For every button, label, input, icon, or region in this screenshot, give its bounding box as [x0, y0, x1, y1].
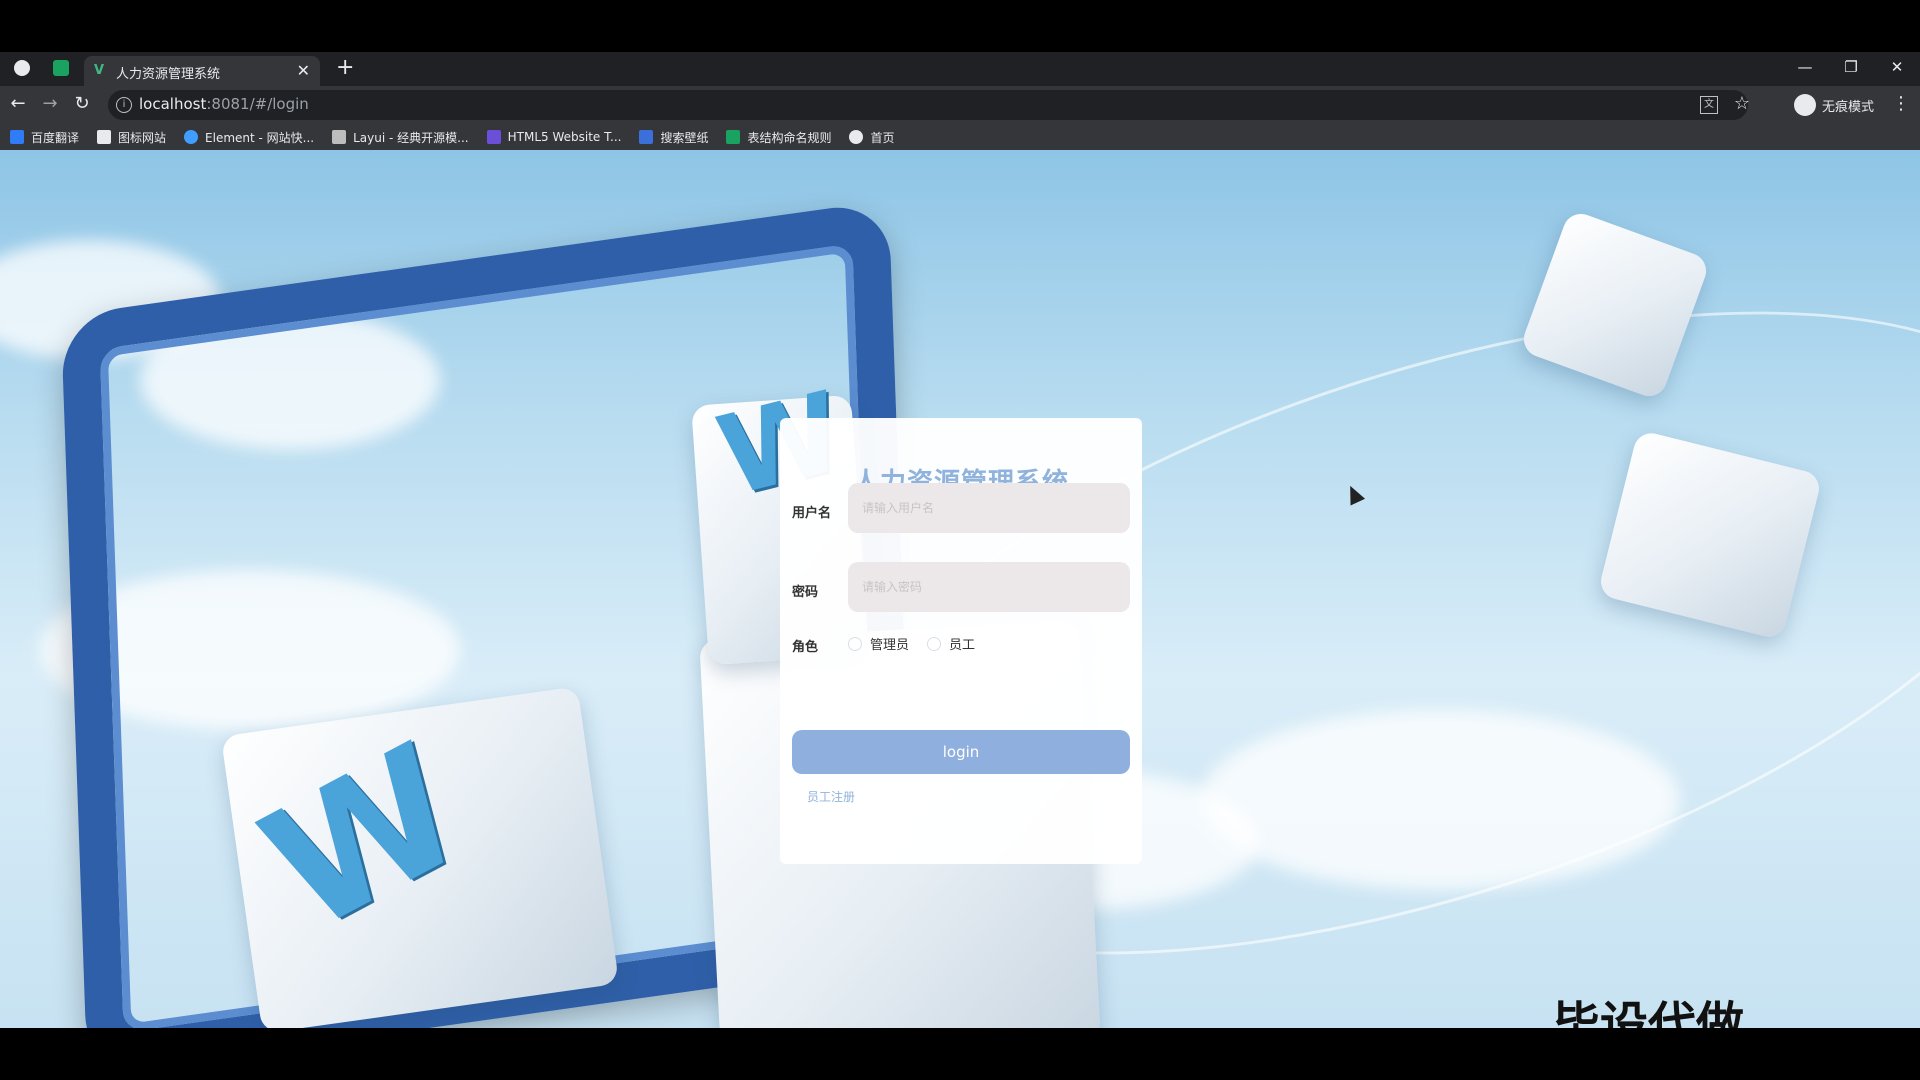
restore-button[interactable]: ❐ [1828, 52, 1874, 86]
radio-circle-icon[interactable] [848, 636, 862, 651]
bookmark-item[interactable]: 百度翻译 [10, 129, 79, 146]
flag-icon [97, 130, 112, 144]
close-window-button[interactable]: ✕ [1874, 52, 1920, 86]
address-bar[interactable]: i localhost:8081/#/login 文 ☆ [108, 90, 1750, 120]
back-arrow-icon[interactable]: ← [6, 92, 30, 116]
sheet-tab-icon[interactable] [53, 60, 69, 76]
bookmark-star-icon[interactable]: ☆ [1734, 93, 1750, 114]
role-option-label: 管理员 [870, 638, 910, 653]
browser-toolbar: ← → ↻ i localhost:8081/#/login 文 ☆ 无痕模式 … [0, 86, 1920, 124]
browser-tab-strip: V 人力资源管理系统 ✕ + — ❐ ✕ [0, 52, 1920, 86]
vue-icon: V [94, 63, 105, 78]
radio-circle-icon[interactable] [927, 636, 942, 651]
new-tab-button[interactable]: + [336, 55, 354, 80]
bookmark-item[interactable]: Layui - 经典开源模... [332, 129, 469, 146]
bookmark-item[interactable]: HTML5 Website T... [486, 130, 621, 144]
page-viewport: W W 人力资源管理系统 用户名 密码 角色 管理员 员工 login 员工注册… [0, 150, 1920, 1028]
tab-title: 人力资源管理系统 [116, 67, 221, 82]
sheet-icon [726, 130, 741, 144]
username-input[interactable] [848, 483, 1130, 533]
username-label: 用户名 [792, 506, 832, 521]
browser-menu-icon[interactable]: ⋮ [1892, 93, 1910, 114]
html5-icon [486, 130, 501, 144]
globe-icon[interactable] [14, 60, 30, 76]
active-tab[interactable]: V 人力资源管理系统 ✕ [84, 56, 320, 86]
url-text[interactable]: localhost:8081/#/login [139, 95, 309, 113]
info-icon[interactable]: i [116, 97, 132, 113]
reload-icon[interactable]: ↻ [70, 92, 94, 116]
role-option-employee[interactable]: 员工 [927, 634, 975, 653]
bookmark-item[interactable]: 图标网站 [97, 129, 166, 146]
top-black-band [0, 0, 1920, 52]
forward-arrow-icon[interactable]: → [38, 92, 62, 116]
bookmark-item[interactable]: 首页 [849, 129, 895, 146]
role-radio-group: 管理员 员工 [848, 634, 993, 653]
role-label: 角色 [792, 640, 819, 655]
role-option-label: 员工 [949, 638, 976, 653]
globe-icon [849, 130, 864, 144]
password-label: 密码 [792, 585, 819, 600]
baidu-translate-icon [10, 130, 24, 144]
wallpaper-icon [639, 130, 654, 144]
password-input[interactable] [848, 562, 1130, 612]
bookmark-item[interactable]: 搜索壁纸 [639, 129, 708, 146]
bottom-black-band [0, 1028, 1920, 1080]
layui-icon [332, 130, 347, 144]
login-button[interactable]: login [792, 730, 1130, 774]
incognito-label: 无痕模式 [1822, 99, 1875, 115]
translate-icon[interactable]: 文 [1700, 96, 1718, 114]
element-icon [184, 130, 199, 144]
watermark-text: 毕设代做 [1552, 997, 1745, 1028]
role-option-admin[interactable]: 管理员 [848, 634, 909, 653]
bookmarks-bar: 百度翻译 图标网站 Element - 网站快... Layui - 经典开源模… [0, 124, 1920, 150]
incognito-icon [1794, 94, 1816, 116]
employee-register-link[interactable]: 员工注册 [807, 788, 855, 805]
bookmark-item[interactable]: 表结构命名规则 [726, 129, 831, 146]
window-controls: — ❐ ✕ [1782, 52, 1920, 86]
login-form: 人力资源管理系统 用户名 密码 角色 管理员 员工 login 员工注册 [780, 418, 1142, 864]
incognito-profile[interactable]: 无痕模式 [1794, 92, 1874, 118]
bookmark-item[interactable]: Element - 网站快... [184, 129, 314, 146]
close-tab-icon[interactable]: ✕ [297, 61, 310, 80]
minimize-button[interactable]: — [1782, 52, 1828, 86]
